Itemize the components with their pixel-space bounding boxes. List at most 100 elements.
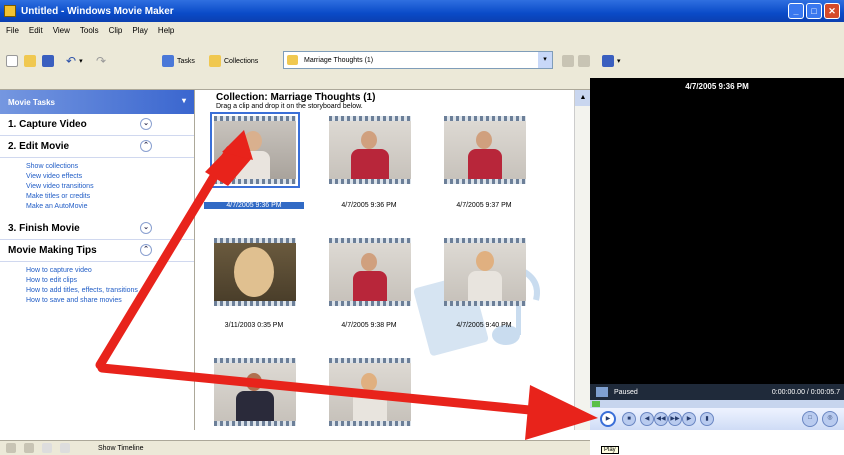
link-how-add-titles[interactable]: How to add titles, effects, transitions	[26, 286, 194, 296]
close-button[interactable]: ✕	[824, 3, 840, 19]
clip-caption: 4/7/2005 9:36 PM	[204, 202, 304, 209]
take-picture-button[interactable]: ◎	[822, 411, 838, 427]
tasks-icon	[162, 55, 174, 67]
minimize-button[interactable]: _	[788, 3, 804, 19]
section-movie-making-tips[interactable]: Movie Making Tips ⌃	[0, 240, 194, 262]
clip-thumbnail[interactable]	[329, 358, 411, 426]
section-label: 3. Finish Movie	[8, 223, 80, 234]
playback-time: 0:00:00.00 / 0:00:05.7	[771, 388, 840, 396]
menu-help[interactable]: Help	[158, 26, 174, 35]
link-how-edit[interactable]: How to edit clips	[26, 276, 194, 286]
preview-status-bar: Paused 0:00:00.00 / 0:00:05.7	[590, 384, 844, 400]
section-finish-movie[interactable]: 3. Finish Movie ⌄	[0, 218, 194, 240]
storyboard-icon[interactable]	[6, 443, 16, 453]
clip-caption: 4/7/2005 9:37 PM	[456, 202, 512, 209]
menu-edit[interactable]: Edit	[29, 26, 43, 35]
collection-instructions: Drag a clip and drop it on the storyboar…	[216, 103, 363, 110]
chevron-down-icon[interactable]: ▾	[538, 52, 552, 68]
playback-controls: ▶ ■ ◀ ◀◀ ▶▶ ▶ ▮ □ ◎	[590, 408, 844, 430]
collections-icon	[209, 55, 221, 67]
collection-scrollbar[interactable]: ▲	[574, 90, 591, 430]
playback-status: Paused	[614, 388, 638, 396]
collections-button[interactable]: Collections	[209, 50, 258, 72]
tips-links: How to capture video How to edit clips H…	[0, 262, 194, 312]
link-how-save-share[interactable]: How to save and share movies	[26, 296, 194, 306]
clip-thumbnail[interactable]	[210, 112, 300, 188]
section-label: 2. Edit Movie	[8, 141, 70, 152]
new-icon	[6, 55, 18, 67]
preview-monitor: 4/7/2005 9:36 PM Paused 0:00:00.00 / 0:0…	[590, 78, 844, 430]
expand-icon[interactable]: ⌄	[140, 118, 152, 130]
zoom-in-icon[interactable]	[42, 443, 52, 453]
rewind-button[interactable]: ◀◀	[654, 412, 668, 426]
link-view-video-effects[interactable]: View video effects	[26, 172, 194, 182]
title-bar: Untitled - Windows Movie Maker _ □ ✕	[0, 0, 844, 22]
collection-pane: Collection: Marriage Thoughts (1) Drag a…	[196, 90, 576, 430]
seek-handle[interactable]	[592, 401, 600, 407]
play-button[interactable]: ▶	[600, 411, 616, 427]
clip-caption: 4/7/2005 9:40 PM	[456, 322, 512, 329]
link-make-automovie[interactable]: Make an AutoMovie	[26, 202, 194, 212]
movie-tasks-pane: Movie Tasks ▾ 1. Capture Video ⌄ 2. Edit…	[0, 90, 195, 430]
seek-bar[interactable]	[590, 400, 844, 408]
section-label: Movie Making Tips	[8, 245, 97, 256]
chevron-down-icon[interactable]: ▾	[182, 96, 186, 105]
show-timeline-button[interactable]: Show Timeline	[98, 445, 144, 452]
collapse-icon[interactable]: ⌃	[140, 140, 152, 152]
menu-tools[interactable]: Tools	[80, 26, 99, 35]
up-folder-icon	[562, 55, 574, 67]
preview-title: 4/7/2005 9:36 PM	[685, 82, 749, 91]
menu-play[interactable]: Play	[132, 26, 148, 35]
split-button[interactable]: ▮	[700, 412, 714, 426]
clip-thumbnail[interactable]	[329, 116, 411, 184]
narrate-icon[interactable]	[24, 443, 34, 453]
new-project-button[interactable]	[6, 50, 18, 72]
collections-label: Collections	[224, 57, 259, 65]
section-edit-movie[interactable]: 2. Edit Movie ⌃	[0, 136, 194, 158]
clip-thumbnail[interactable]	[329, 238, 411, 306]
window-controls: _ □ ✕	[788, 3, 840, 19]
tasks-label: Tasks	[177, 57, 195, 65]
stop-button[interactable]: ■	[622, 412, 636, 426]
views-icon	[602, 55, 614, 67]
save-project-button[interactable]	[42, 50, 54, 72]
menu-file[interactable]: File	[6, 26, 19, 35]
clip-thumbnail[interactable]	[444, 238, 526, 306]
collection-select[interactable]: Marriage Thoughts (1) ▾	[283, 51, 553, 69]
tasks-button[interactable]: Tasks	[162, 50, 195, 72]
menu-bar: File Edit View Tools Clip Play Help	[0, 22, 844, 38]
save-icon	[42, 55, 54, 67]
collapse-icon[interactable]: ⌃	[140, 244, 152, 256]
scroll-up-icon[interactable]: ▲	[575, 90, 591, 106]
section-label: 1. Capture Video	[8, 119, 87, 130]
open-project-button[interactable]	[24, 50, 36, 72]
redo-button[interactable]: ↷	[96, 50, 106, 72]
clip-thumbnail[interactable]	[214, 238, 296, 306]
menu-clip[interactable]: Clip	[109, 26, 123, 35]
views-button[interactable]: ▾	[602, 50, 621, 72]
previous-frame-button[interactable]: ◀	[640, 412, 654, 426]
collection-select-value: Marriage Thoughts (1)	[304, 56, 374, 64]
zoom-out-icon[interactable]	[60, 443, 70, 453]
menu-view[interactable]: View	[53, 26, 70, 35]
movie-tasks-header: Movie Tasks ▾	[0, 90, 194, 114]
collection-folder-icon	[287, 55, 298, 65]
section-capture-video[interactable]: 1. Capture Video ⌄	[0, 114, 194, 136]
fast-forward-button[interactable]: ▶▶	[668, 412, 682, 426]
link-how-capture[interactable]: How to capture video	[26, 266, 194, 276]
expand-icon[interactable]: ⌄	[140, 222, 152, 234]
link-show-collections[interactable]: Show collections	[26, 162, 194, 172]
clip-thumbnail[interactable]	[214, 358, 296, 426]
fullscreen-button[interactable]: □	[802, 411, 818, 427]
new-collection-button[interactable]	[578, 50, 590, 72]
window-title: Untitled - Windows Movie Maker	[21, 5, 174, 17]
clip-thumbnail[interactable]	[444, 116, 526, 184]
app-icon	[4, 5, 16, 17]
up-one-level-button[interactable]	[562, 50, 574, 72]
next-frame-button[interactable]: ▶	[682, 412, 696, 426]
play-tooltip: Play	[601, 446, 619, 454]
link-make-titles[interactable]: Make titles or credits	[26, 192, 194, 202]
undo-button[interactable]: ↶ ▾	[66, 50, 83, 72]
link-view-video-transitions[interactable]: View video transitions	[26, 182, 194, 192]
maximize-button[interactable]: □	[806, 3, 822, 19]
